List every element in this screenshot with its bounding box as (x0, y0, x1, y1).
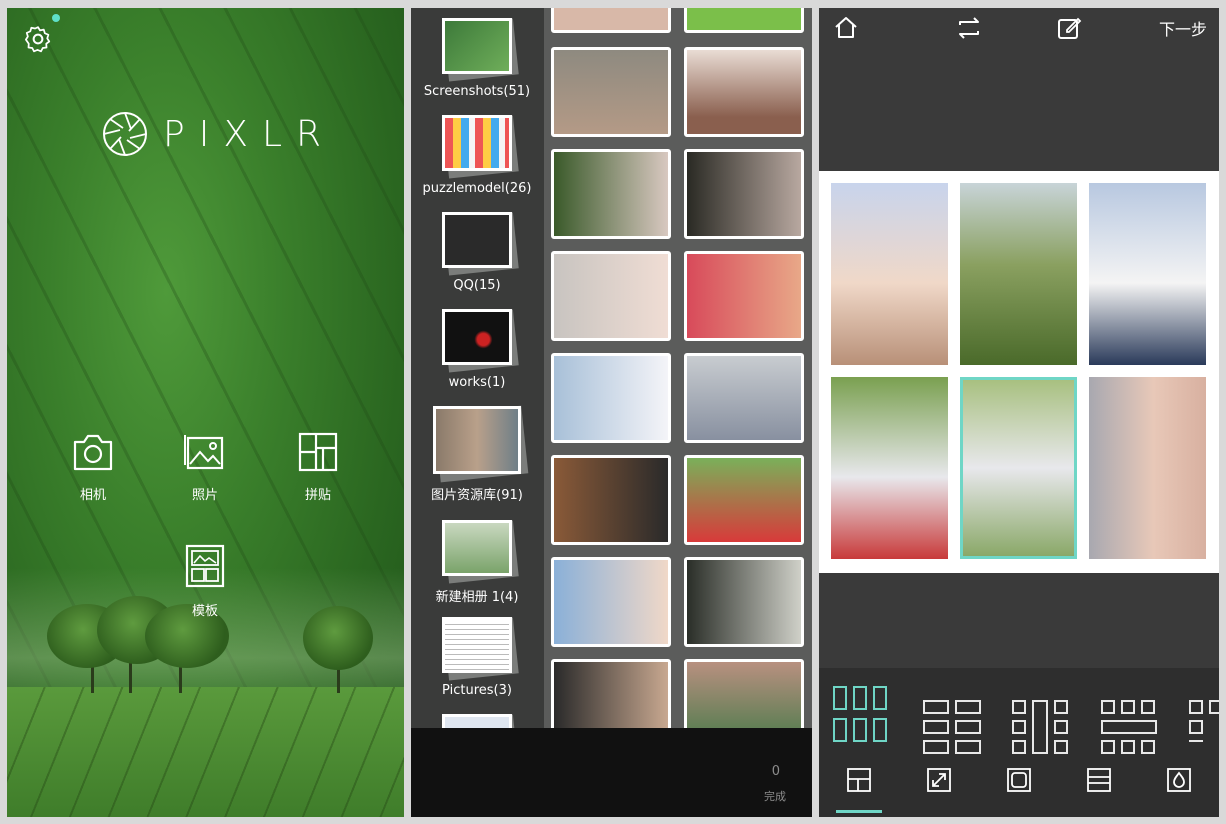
album-thumbnail (445, 215, 509, 265)
layout-option-selected[interactable] (833, 686, 893, 742)
swap-icon[interactable] (955, 14, 983, 42)
selection-bar: 0 完成 (411, 728, 812, 817)
active-tool-indicator (836, 810, 882, 813)
layout-option[interactable] (1189, 686, 1219, 742)
gear-icon[interactable] (23, 24, 53, 54)
photo-cell[interactable] (551, 557, 671, 647)
photo-grid[interactable] (544, 8, 812, 728)
collage-editor-screen: 下一步 (819, 8, 1219, 817)
photo-cell[interactable] (551, 251, 671, 341)
camera-icon (73, 434, 113, 471)
collage-canvas[interactable] (819, 171, 1219, 573)
collage-cell[interactable] (831, 377, 948, 559)
template-icon (185, 544, 225, 588)
album-thumbnail (445, 620, 509, 670)
pixlr-logo: PIXLR (101, 110, 335, 158)
gallery-picker-screen: Screenshots(51) puzzlemodel(26) QQ(15) w… (411, 8, 812, 817)
photo-cell[interactable] (684, 8, 804, 33)
notification-dot (52, 14, 60, 22)
album-label: Screenshots(51) (423, 84, 531, 99)
collage-icon (298, 432, 338, 472)
editor-toolbar: 下一步 (819, 8, 1219, 48)
photo-cell[interactable] (551, 353, 671, 443)
album-item[interactable]: puzzlemodel(26) (411, 115, 543, 196)
photo-cell[interactable] (551, 47, 671, 137)
done-button[interactable]: 完成 (764, 788, 786, 804)
album-list[interactable]: Screenshots(51) puzzlemodel(26) QQ(15) w… (411, 8, 543, 778)
album-item[interactable]: Pictures(3) (411, 617, 543, 698)
collage-cell[interactable] (960, 183, 1077, 365)
album-label: puzzlemodel(26) (422, 181, 532, 196)
bottom-tool-bar (819, 758, 1219, 817)
collage-cell[interactable] (1089, 183, 1206, 365)
album-label: works(1) (448, 375, 506, 390)
ratio-icon[interactable] (1085, 766, 1113, 794)
layout-strip[interactable] (819, 668, 1219, 758)
photo-cell[interactable] (551, 659, 671, 728)
album-item[interactable]: 图片资源库(91) (411, 405, 543, 503)
album-item[interactable]: QQ(15) (411, 212, 543, 293)
collage-label: 拼贴 (304, 488, 331, 503)
album-item[interactable]: Screenshots(51) (411, 18, 543, 99)
aperture-icon (103, 112, 147, 156)
album-label: 图片资源库(91) (431, 488, 523, 503)
album-label: 新建相册 1(4) (435, 590, 519, 605)
template-label: 模板 (191, 604, 218, 619)
photo-cell[interactable] (684, 659, 804, 728)
album-label: Pictures(3) (442, 683, 512, 698)
border-icon[interactable] (1005, 766, 1033, 794)
selected-count: 0 (771, 764, 780, 779)
layout-icon[interactable] (845, 766, 873, 794)
photo-cell[interactable] (684, 47, 804, 137)
photo-cell[interactable] (684, 557, 804, 647)
layout-option[interactable] (1012, 686, 1072, 754)
collage-cell-selected[interactable] (960, 377, 1077, 559)
photo-cell[interactable] (684, 455, 804, 545)
album-item[interactable]: 新建相册 1(4) (411, 520, 543, 605)
photo-cell[interactable] (551, 8, 671, 33)
pixlr-home-screen: PIXLR 相机 照片 拼贴 模板 (7, 8, 404, 817)
collage-cell[interactable] (1089, 377, 1206, 559)
resize-icon[interactable] (925, 766, 953, 794)
background-icon[interactable] (1165, 766, 1193, 794)
next-step-button[interactable]: 下一步 (1159, 16, 1207, 40)
photo-cell[interactable] (551, 455, 671, 545)
album-thumbnail (436, 409, 518, 471)
album-thumbnail (445, 523, 509, 573)
collage-cell[interactable] (831, 183, 948, 365)
home-icon[interactable] (832, 14, 860, 42)
camera-button[interactable]: 相机 (53, 432, 133, 503)
album-item[interactable]: works(1) (411, 309, 543, 390)
photo-cell[interactable] (551, 149, 671, 239)
collage-button[interactable]: 拼贴 (278, 432, 358, 503)
logo-text: PIXLR (163, 113, 336, 155)
edit-icon[interactable] (1055, 14, 1083, 42)
photo-cell[interactable] (684, 251, 804, 341)
layout-option[interactable] (1101, 686, 1161, 754)
template-button[interactable]: 模板 (165, 544, 245, 619)
photo-icon (184, 435, 224, 470)
photo-label: 照片 (191, 488, 218, 503)
layout-option[interactable] (923, 686, 983, 754)
photo-cell[interactable] (684, 353, 804, 443)
photo-button[interactable]: 照片 (165, 432, 245, 503)
album-thumbnail (445, 118, 509, 168)
background-field (7, 687, 404, 817)
album-label: QQ(15) (453, 278, 501, 293)
photo-cell[interactable] (684, 149, 804, 239)
camera-label: 相机 (79, 488, 106, 503)
album-thumbnail (445, 21, 509, 71)
album-thumbnail (445, 312, 509, 362)
